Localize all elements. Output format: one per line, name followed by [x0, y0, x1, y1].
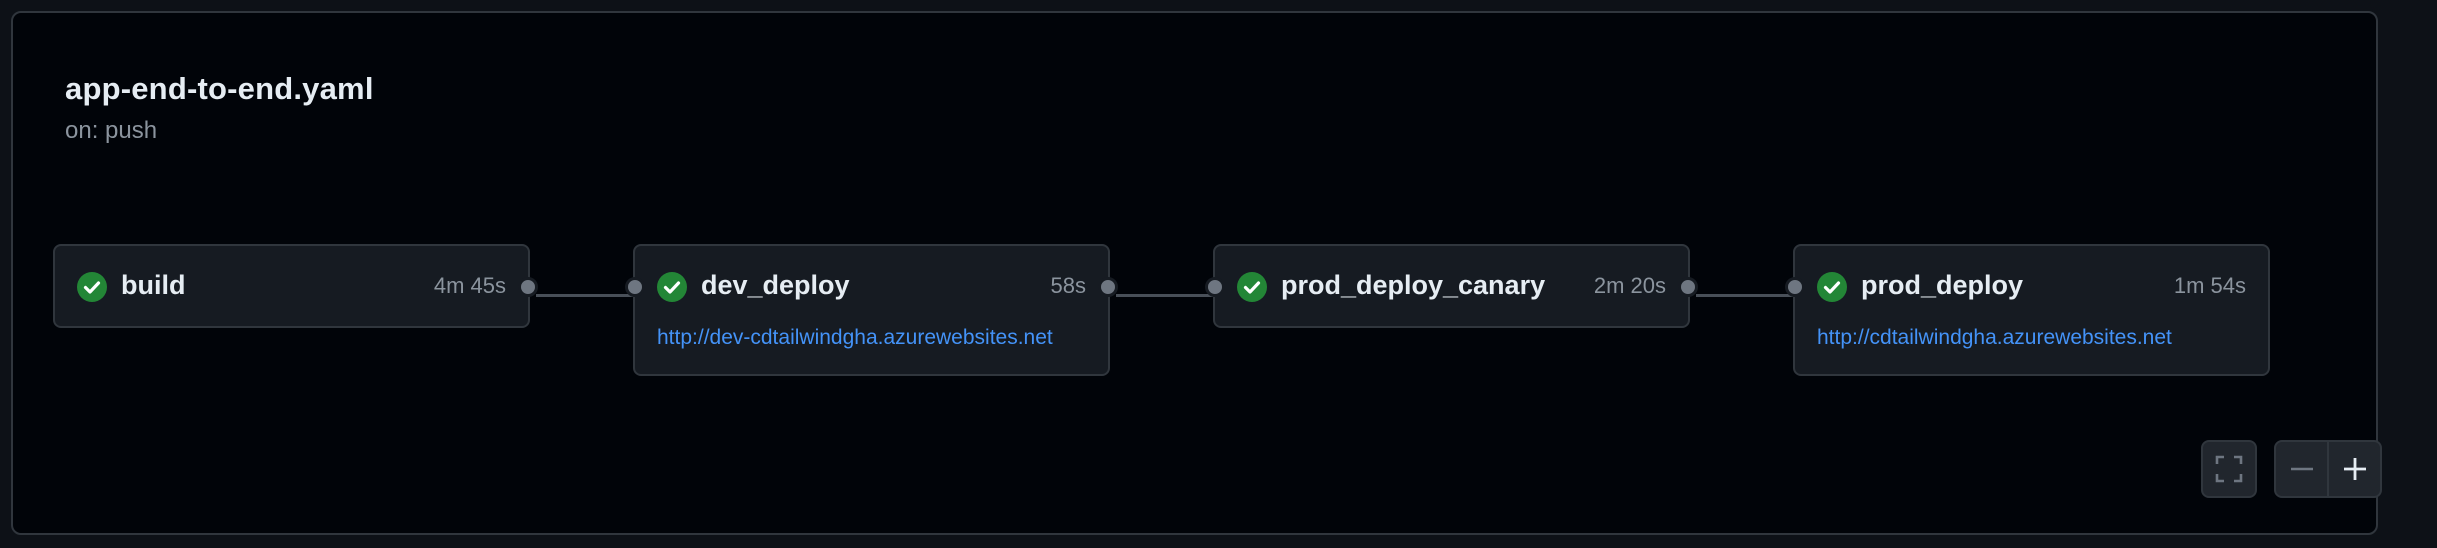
job-connector: [1696, 294, 1802, 297]
job-name: build: [121, 270, 186, 300]
zoom-out-button[interactable]: [2276, 442, 2329, 496]
success-check-icon: [657, 272, 687, 302]
job-output-port: [518, 277, 538, 297]
environment-url-link[interactable]: http://cdtailwindgha.azurewebsites.net: [1817, 326, 2172, 350]
job-card-dev-deploy[interactable]: dev_deploy 58s http://dev-cdtailwindgha.…: [625, 244, 1118, 376]
fullscreen-button[interactable]: [2201, 440, 2257, 498]
job-card-build[interactable]: build 4m 45s: [53, 244, 538, 328]
zoom-in-button[interactable]: [2329, 442, 2380, 496]
job-input-port: [625, 277, 645, 297]
job-connector: [536, 294, 642, 297]
job-name: prod_deploy: [1861, 270, 2024, 300]
success-check-icon: [77, 272, 107, 302]
workflow-graph-canvas: app-end-to-end.yaml on: push build 4m 45…: [11, 11, 2382, 535]
job-name: dev_deploy: [701, 270, 850, 300]
environment-url-link[interactable]: http://dev-cdtailwindgha.azurewebsites.n…: [657, 326, 1053, 350]
job-input-port: [1785, 277, 1805, 297]
job-output-port: [1098, 277, 1118, 297]
plus-icon: [2343, 458, 2366, 480]
workflow-title: app-end-to-end.yaml: [65, 71, 374, 106]
job-input-port: [1205, 277, 1225, 297]
success-check-icon: [1817, 272, 1847, 302]
success-check-icon: [1237, 272, 1267, 302]
job-duration: 1m 54s: [2173, 273, 2246, 298]
job-connector: [1116, 294, 1222, 297]
minus-icon: [2290, 467, 2313, 471]
workflow-trigger: on: push: [65, 117, 158, 144]
zoom-controls: [2274, 440, 2382, 498]
job-duration: 2m 20s: [1593, 273, 1666, 298]
job-output-port: [1678, 277, 1698, 297]
job-duration: 4m 45s: [433, 273, 506, 298]
job-duration: 58s: [1050, 273, 1086, 298]
job-name: prod_deploy_canary: [1281, 270, 1546, 300]
fullscreen-icon: [2215, 455, 2243, 483]
job-card-prod-deploy-canary[interactable]: prod_deploy_canary 2m 20s: [1205, 244, 1698, 328]
job-card-prod-deploy[interactable]: prod_deploy 1m 54s http://cdtailwindgha.…: [1785, 244, 2270, 376]
